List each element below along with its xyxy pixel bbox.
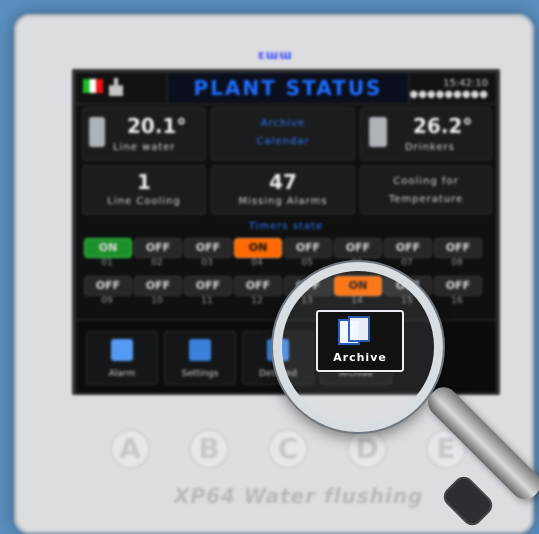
clock: 15:42:10 ●●●●●●●●● bbox=[409, 78, 488, 100]
timer-11-index: 11 bbox=[201, 296, 213, 306]
timer-4-index: 04 bbox=[251, 258, 263, 268]
usb-icon bbox=[109, 78, 123, 96]
timer-3-index: 03 bbox=[201, 258, 213, 268]
clock-status: ●●●●●●●●● bbox=[409, 89, 488, 100]
timer-5-state[interactable]: OFF bbox=[284, 238, 332, 258]
line-cooling-value: 1 bbox=[137, 170, 151, 194]
device-panel: ɛɯɯ PLANT STATUS 15:42:10 ●●●●●●●●● 20.1… bbox=[14, 14, 534, 534]
calendar-link[interactable]: Calendar bbox=[212, 136, 354, 147]
timer-12-index: 12 bbox=[251, 296, 263, 306]
timer-10-state[interactable]: OFF bbox=[134, 276, 182, 296]
timer-9-index: 09 bbox=[101, 296, 113, 306]
soft-key-d[interactable]: D bbox=[347, 429, 387, 469]
menu-settings-label: Settings bbox=[181, 369, 219, 379]
timer-5-index: 05 bbox=[301, 258, 313, 268]
timer-9-state[interactable]: OFF bbox=[84, 276, 132, 296]
timer-6-state[interactable]: OFF bbox=[334, 238, 382, 258]
line-water-value: 20.1° bbox=[127, 114, 187, 138]
timer-1-state[interactable]: ON bbox=[84, 238, 132, 258]
cooling-temperature-line2: Temperature bbox=[388, 194, 464, 205]
menu-alarm-label: Alarm bbox=[108, 369, 136, 379]
language-flag-icon[interactable] bbox=[83, 79, 103, 93]
timer-16-index: 16 bbox=[451, 296, 463, 306]
archive-focused-label: Archive bbox=[333, 351, 387, 364]
soft-key-b[interactable]: B bbox=[189, 429, 229, 469]
settings-icon bbox=[189, 339, 211, 361]
timer-8-state[interactable]: OFF bbox=[434, 238, 482, 258]
brand-led: ɛɯɯ bbox=[258, 48, 293, 62]
cooling-temperature-tile[interactable]: Cooling for Temperature bbox=[360, 165, 492, 215]
archive-calendar-tile[interactable]: Archive Calendar bbox=[211, 107, 355, 161]
timer-16-state[interactable]: OFF bbox=[434, 276, 482, 296]
drinkers-tile[interactable]: 26.2° Drinkers bbox=[360, 107, 492, 161]
archive-doc-icon bbox=[348, 316, 370, 342]
missing-alarms-value: 47 bbox=[269, 170, 297, 194]
timer-10-index: 10 bbox=[151, 296, 163, 306]
speaker-icon bbox=[111, 339, 133, 361]
archive-link[interactable]: Archive bbox=[212, 118, 354, 129]
timer-2-state[interactable]: OFF bbox=[134, 238, 182, 258]
drinkers-value: 26.2° bbox=[413, 114, 473, 138]
timer-1-index: 01 bbox=[101, 258, 113, 268]
archive-focused-button[interactable]: Archive bbox=[316, 310, 404, 372]
timer-3-state[interactable]: OFF bbox=[184, 238, 232, 258]
menu-settings-button[interactable]: Settings bbox=[164, 331, 236, 385]
missing-alarms-label: Missing Alarms bbox=[238, 196, 328, 207]
timer-12-state[interactable]: OFF bbox=[234, 276, 282, 296]
line-water-label: Line water bbox=[113, 142, 176, 153]
thermometer-icon bbox=[89, 117, 105, 147]
timer-7-index: 07 bbox=[401, 258, 413, 268]
missing-alarms-tile[interactable]: 47 Missing Alarms bbox=[211, 165, 355, 215]
status-row-1: 20.1° Line water Archive Calendar 26.2° … bbox=[76, 107, 496, 161]
soft-key-c[interactable]: C bbox=[268, 429, 308, 469]
timer-8-index: 08 bbox=[451, 258, 463, 268]
timer-4-state[interactable]: ON bbox=[234, 238, 282, 258]
timers-title: Timers state bbox=[248, 221, 324, 232]
thermometer-icon bbox=[369, 117, 387, 147]
timer-2-index: 02 bbox=[151, 258, 163, 268]
status-row-2: 1 Line Cooling 47 Missing Alarms Cooling… bbox=[76, 165, 496, 215]
drinkers-label: Drinkers bbox=[405, 142, 455, 153]
soft-key-a[interactable]: A bbox=[110, 429, 150, 469]
line-water-tile[interactable]: 20.1° Line water bbox=[82, 107, 206, 161]
menu-alarm-button[interactable]: Alarm bbox=[86, 331, 158, 385]
cooling-temperature-line1: Cooling for bbox=[393, 176, 459, 187]
clock-time: 15:42:10 bbox=[443, 78, 488, 89]
timer-11-state[interactable]: OFF bbox=[184, 276, 232, 296]
device-model-name: XP64 Water flushing bbox=[174, 484, 424, 508]
line-cooling-tile[interactable]: 1 Line Cooling bbox=[82, 165, 206, 215]
page-title: PLANT STATUS bbox=[166, 73, 410, 103]
timer-7-state[interactable]: OFF bbox=[384, 238, 432, 258]
timers-grid: ON OFF OFF ON OFF OFF OFF OFF 01 02 03 0… bbox=[76, 238, 496, 306]
top-bar: PLANT STATUS 15:42:10 ●●●●●●●●● bbox=[76, 73, 496, 105]
line-cooling-label: Line Cooling bbox=[107, 196, 181, 207]
